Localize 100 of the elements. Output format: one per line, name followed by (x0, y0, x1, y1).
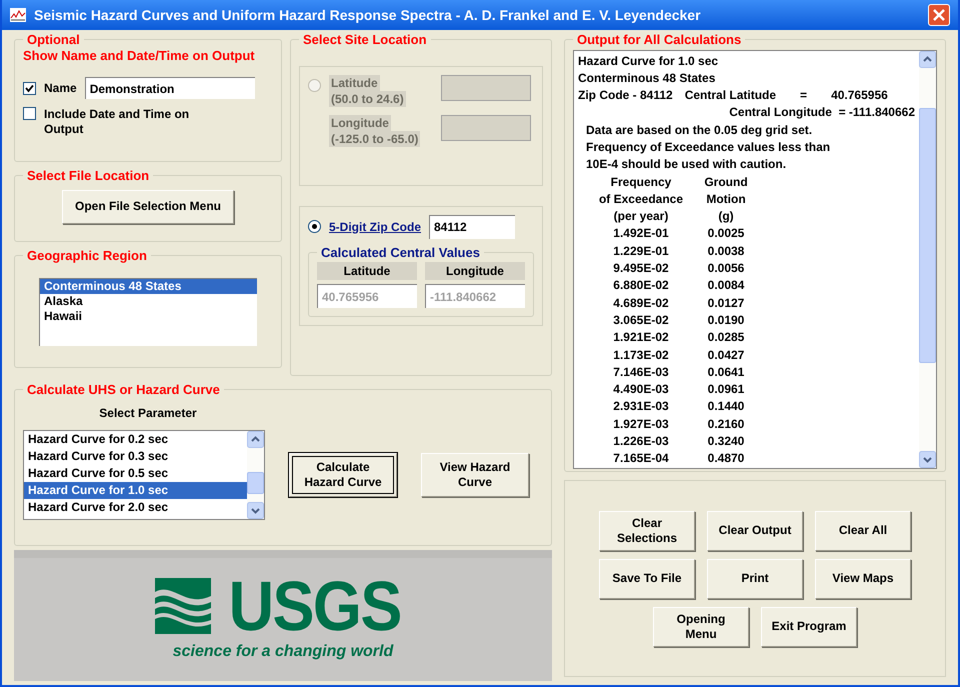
table-cell-text: 1.927E-03 (612, 416, 670, 433)
output-line: Frequency of Exceedance values less than (585, 138, 832, 156)
check-icon (25, 84, 34, 92)
table-cell-text: 7.165E-04 (612, 450, 670, 468)
scroll-down-icon[interactable] (247, 502, 264, 518)
output-line: = (800, 87, 808, 104)
table-cell-text: 6.880E-02 (612, 277, 670, 294)
output-line: Data are based on the 0.05 deg grid set. (585, 122, 814, 139)
scroll-up-icon[interactable] (919, 50, 936, 68)
radio-button[interactable] (308, 220, 321, 233)
table-cell-text: 2.931E-03 (612, 398, 670, 416)
output-line: Hazard Curve for 1.0 sec (578, 52, 720, 70)
group-title: Calculated Central Values (320, 244, 481, 262)
section-subtitle: Show Name and Date/Time on Output (23, 47, 256, 65)
checkbox[interactable] (23, 107, 36, 120)
output-line: 40.765956 (831, 87, 888, 104)
column-header: of Exceedance (598, 190, 684, 208)
list-item[interactable]: Hawaii (40, 308, 257, 324)
group-title: Output for All Calculations (576, 31, 742, 49)
output-line: Central Latitude (684, 87, 776, 104)
wave-logo-icon (155, 578, 212, 634)
window-title: Seismic Hazard Curves and Uniform Hazard Response Spectra - A. D. Frankel and E. V. Leyendecker (34, 6, 702, 25)
list-item[interactable]: Hazard Curve for 0.5 sec (24, 464, 247, 482)
output-line: Central Longitude = -111.840662 (728, 104, 915, 122)
group-title: Select File Location (26, 167, 150, 185)
checkbox-label: Name (44, 80, 77, 97)
zip-field[interactable]: 84112 (429, 214, 515, 238)
range-hint: (50.0 to 24.6) (329, 90, 406, 106)
table-cell-text: 0.0084 (706, 277, 746, 294)
push-button[interactable]: Opening Menu (653, 606, 749, 646)
table-cell-text: 0.0127 (706, 294, 746, 312)
scroll-thumb[interactable] (919, 108, 936, 362)
region-list[interactable]: Conterminous 48 States Alaska Hawaii (39, 278, 257, 346)
table-cell-text: 1.921E-02 (612, 329, 670, 346)
table-cell-text: 1.229E-01 (612, 242, 670, 260)
table-cell-text: 0.0427 (706, 346, 746, 364)
group-title: Select Site Location (302, 31, 428, 49)
logo-tagline: science for a changing world (172, 642, 394, 662)
push-button[interactable]: Clear Selections (599, 510, 695, 550)
table-cell-text: 0.0190 (706, 312, 746, 329)
field-label: Latitude (329, 74, 380, 90)
parameter-list[interactable]: Hazard Curve for 0.2 sec Hazard Curve for 0.3 sec Hazard Curve for 0.5 sec Hazard Curve for 1.0 sec Hazard Curve for 2.0 sec (23, 430, 265, 520)
table-cell-text: 0.1440 (706, 398, 746, 416)
list-item[interactable]: Hazard Curve for 2.0 sec (24, 498, 247, 516)
table-cell-text: 0.2160 (706, 416, 746, 433)
name-field[interactable]: Demonstration (84, 77, 255, 99)
close-button[interactable] (928, 4, 950, 26)
output-line: Zip Code - 84112 (578, 87, 673, 104)
scroll-up-icon[interactable] (247, 430, 264, 448)
logo-wordmark: USGS (228, 576, 402, 636)
radio-button[interactable] (308, 78, 321, 92)
table-cell-text: 0.4870 (706, 450, 746, 468)
scrollbar[interactable] (247, 430, 264, 518)
table-cell-text: 1.173E-02 (612, 346, 670, 364)
scroll-thumb[interactable] (247, 472, 264, 494)
push-button[interactable]: Open File Selection Menu (62, 190, 234, 224)
close-icon (933, 9, 945, 21)
push-button[interactable]: View Maps (815, 558, 911, 598)
table-cell-text: 0.0056 (706, 260, 746, 278)
group-title: Geographic Region (26, 247, 148, 265)
table-cell-text: 0.0025 (706, 225, 746, 242)
checkbox-label: Include Date and Time on Output (44, 107, 190, 137)
table-cell-text: 1.492E-01 (612, 225, 670, 242)
parameter-label: Select Parameter (98, 404, 198, 422)
output-line: 10E-4 should be used with caution. (585, 156, 788, 174)
group-title: Optional (26, 31, 81, 49)
field-label: Longitude (329, 114, 391, 130)
output-line: Conterminous 48 States (578, 70, 716, 87)
app-icon (10, 8, 26, 22)
table-cell-text: 0.0038 (706, 242, 746, 260)
column-header: (g) (717, 208, 735, 226)
list-item[interactable]: Hazard Curve for 0.2 sec (24, 430, 247, 448)
list-item[interactable]: Conterminous 48 States (40, 278, 257, 294)
scrollbar[interactable] (919, 50, 936, 468)
field-label: 5-Digit Zip Code (329, 218, 421, 236)
column-header: Motion (705, 190, 747, 208)
list-item[interactable]: Hazard Curve for 0.3 sec (24, 448, 247, 464)
push-button[interactable]: Print (707, 558, 803, 598)
table-cell-text: 1.226E-03 (612, 433, 670, 450)
table-cell-text: 0.0285 (706, 329, 746, 346)
push-button[interactable]: Clear All (815, 510, 911, 550)
push-button[interactable]: Calculate Hazard Curve (289, 452, 397, 496)
table-cell-text: 7.146E-03 (612, 364, 670, 381)
range-hint: (-125.0 to -65.0) (329, 130, 420, 146)
table-cell-text: 4.689E-02 (612, 294, 670, 312)
list-item[interactable]: Hazard Curve for 1.0 sec (24, 482, 247, 498)
table-cell-text: 9.495E-02 (612, 260, 670, 278)
push-button[interactable]: View Hazard Curve (421, 452, 529, 496)
table-cell-text: 0.0961 (706, 381, 746, 398)
group-title: Calculate UHS or Hazard Curve (26, 381, 221, 399)
table-cell-text: 4.490E-03 (612, 381, 670, 398)
column-label: Longitude (425, 262, 525, 280)
push-button[interactable]: Clear Output (707, 510, 803, 550)
checkbox[interactable] (23, 82, 36, 94)
list-item[interactable]: Alaska (40, 294, 257, 308)
table-cell-text: 0.0641 (706, 364, 746, 381)
push-button[interactable]: Exit Program (761, 606, 857, 646)
table-cell-text: 0.3240 (706, 433, 746, 450)
push-button[interactable]: Save To File (599, 558, 695, 598)
scroll-down-icon[interactable] (919, 450, 936, 468)
